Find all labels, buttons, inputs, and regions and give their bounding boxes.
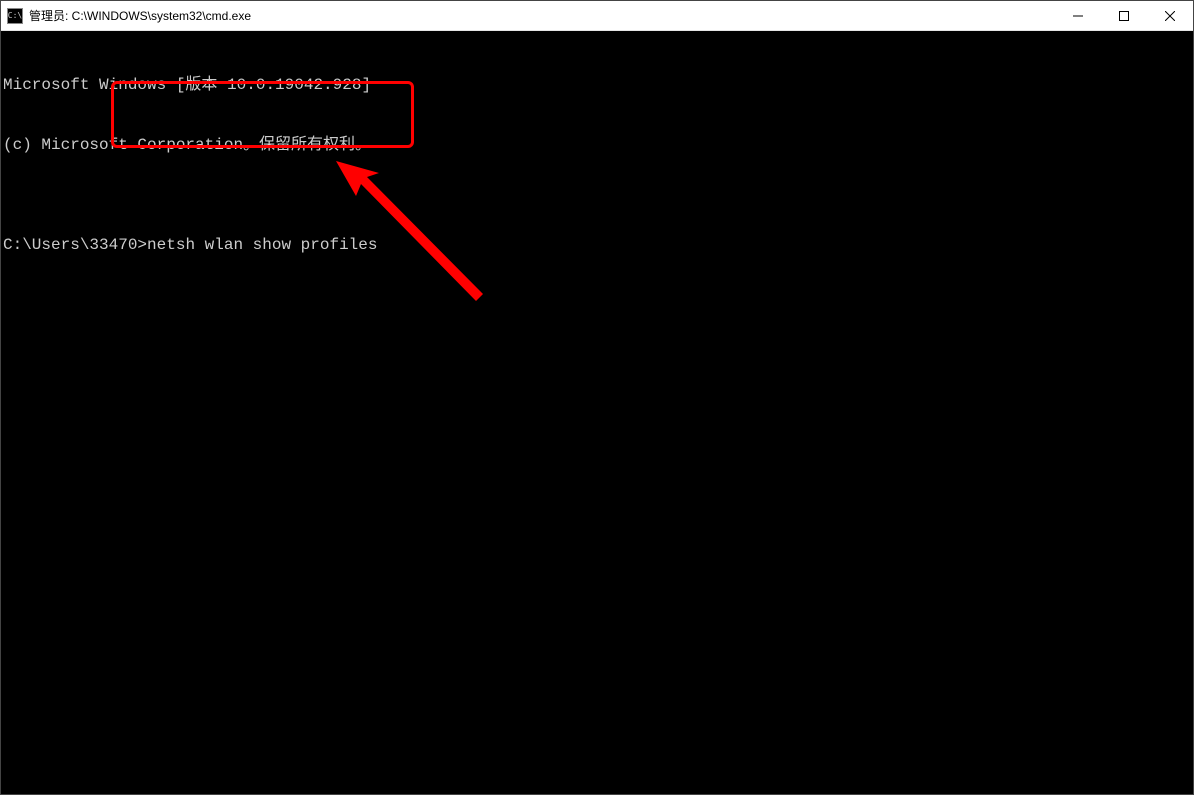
terminal-area[interactable]: Microsoft Windows [版本 10.0.19042.928] (c… (1, 31, 1193, 794)
cmd-window: C:\ 管理员: C:\WINDOWS\system32\cmd.exe (0, 0, 1194, 795)
titlebar[interactable]: C:\ 管理员: C:\WINDOWS\system32\cmd.exe (1, 1, 1193, 31)
close-icon (1165, 11, 1175, 21)
maximize-icon (1119, 11, 1129, 21)
titlebar-left: C:\ 管理员: C:\WINDOWS\system32\cmd.exe (1, 7, 251, 24)
close-button[interactable] (1147, 1, 1193, 30)
terminal-prompt-line: C:\Users\33470>netsh wlan show profiles (3, 235, 1193, 255)
terminal-line-copyright: (c) Microsoft Corporation。保留所有权利。 (3, 135, 1193, 155)
terminal-command: netsh wlan show profiles (147, 236, 377, 254)
minimize-button[interactable] (1055, 1, 1101, 30)
cmd-icon: C:\ (7, 8, 23, 24)
minimize-icon (1073, 11, 1083, 21)
cmd-icon-label: C:\ (8, 11, 22, 20)
window-controls (1055, 1, 1193, 30)
terminal-line-version: Microsoft Windows [版本 10.0.19042.928] (3, 75, 1193, 95)
maximize-button[interactable] (1101, 1, 1147, 30)
terminal-prompt: C:\Users\33470> (3, 236, 147, 254)
window-title: 管理员: C:\WINDOWS\system32\cmd.exe (29, 7, 251, 24)
